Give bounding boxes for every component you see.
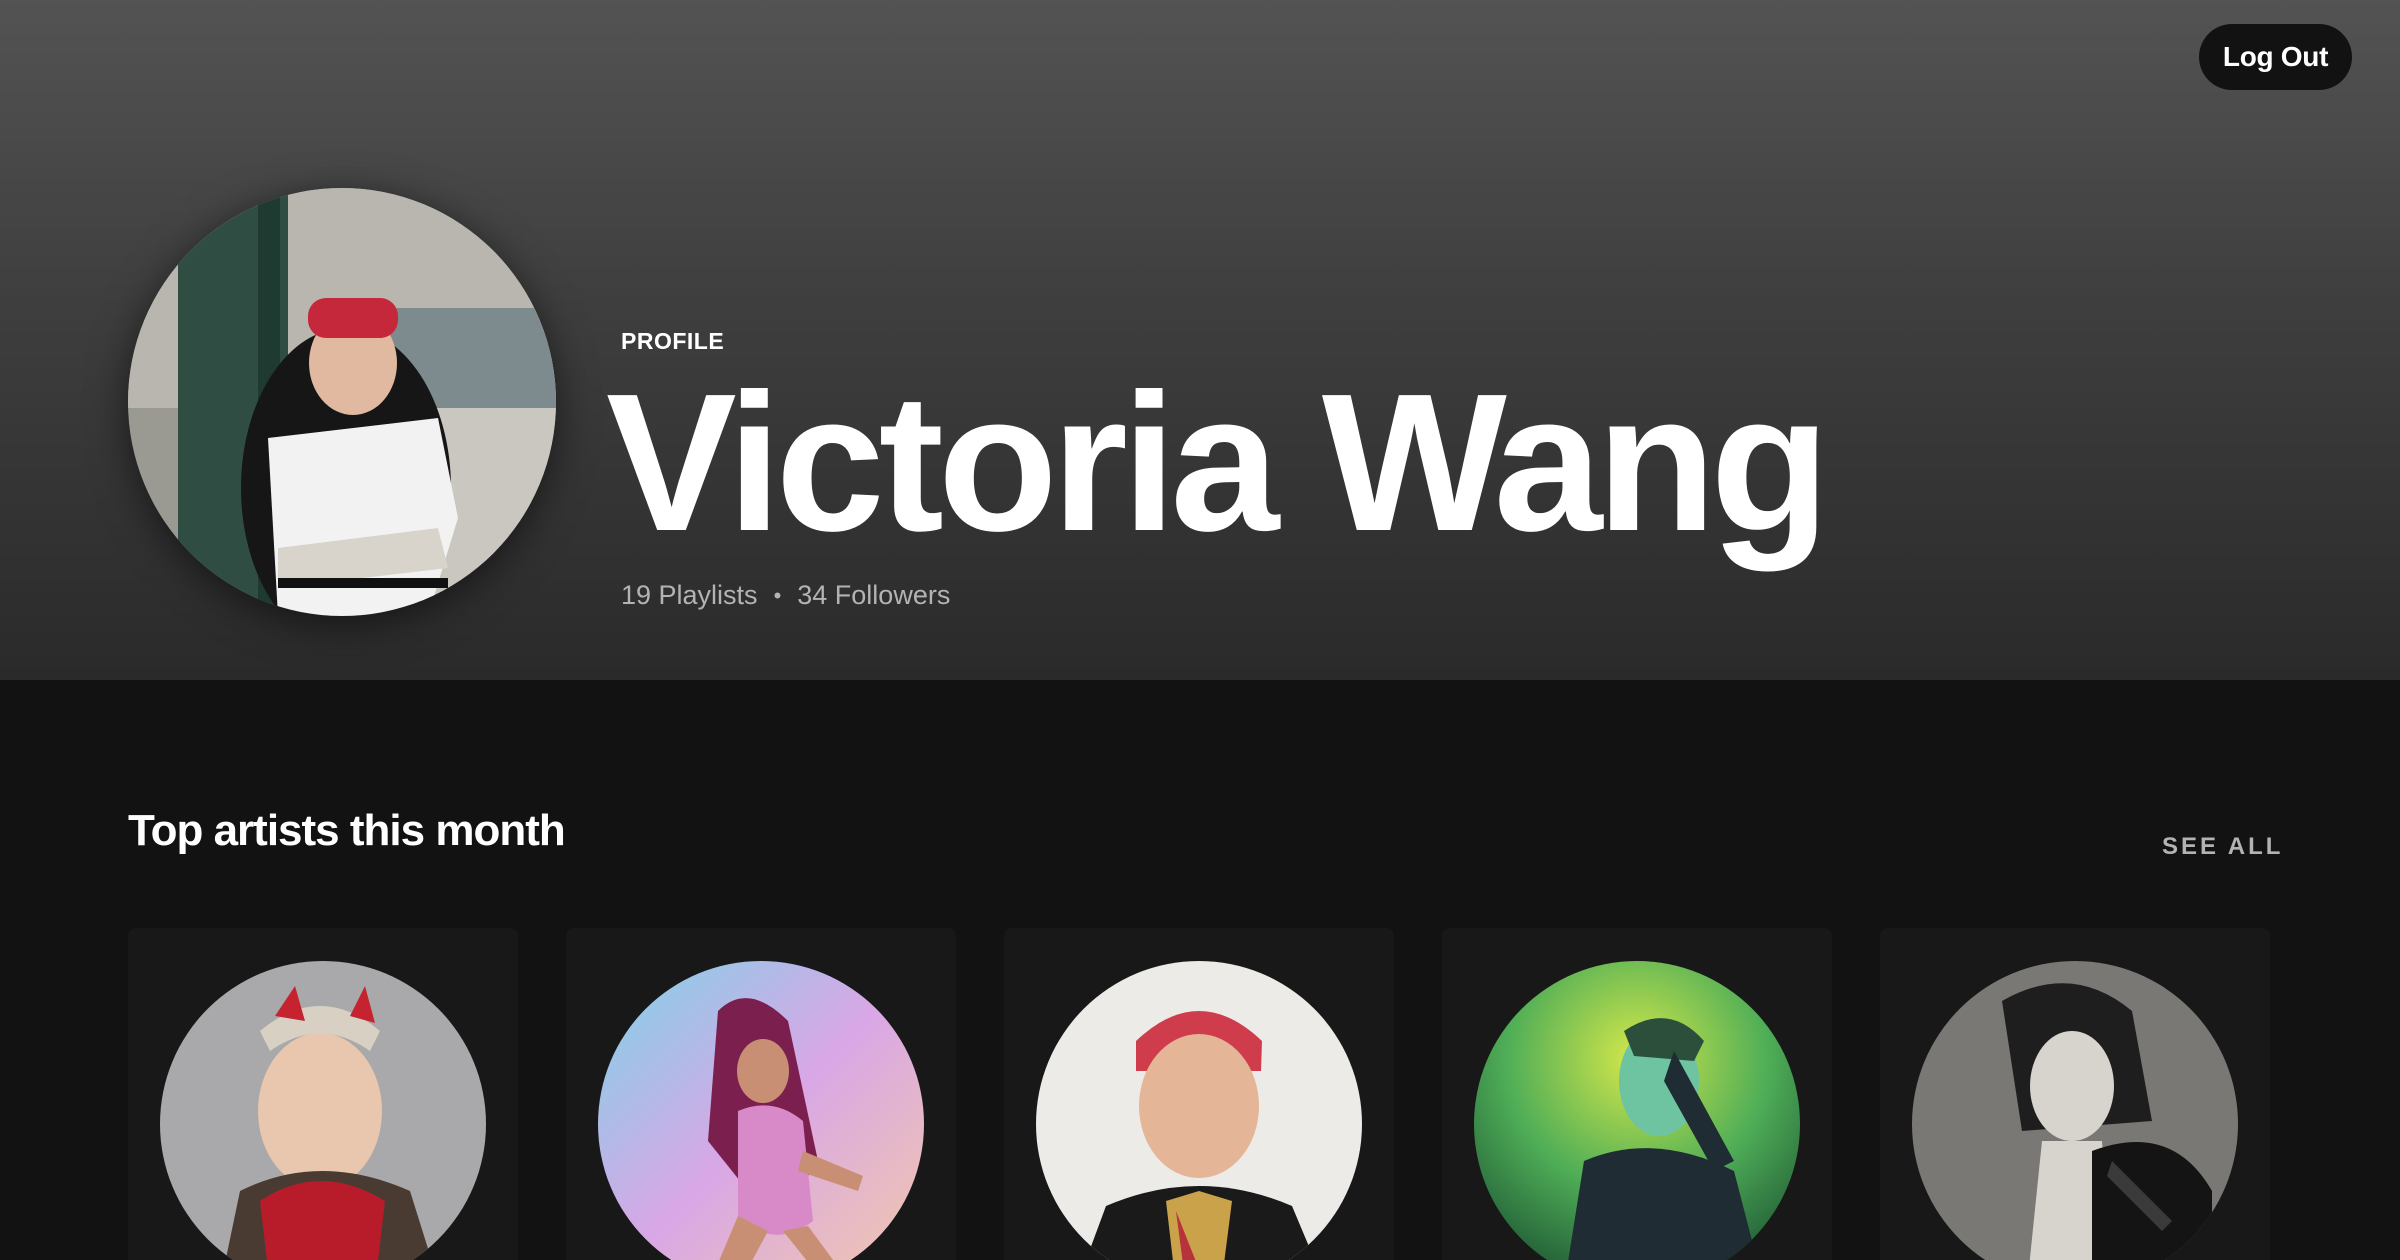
artist-cards	[128, 928, 2274, 1260]
profile-page: Log Out PROFILE Victoria Wang 19 Playlis…	[0, 0, 2400, 1260]
artist-card[interactable]	[1004, 928, 1394, 1260]
artist-photo-2	[598, 961, 924, 1260]
artist-photo-3	[1036, 961, 1362, 1260]
followers-count[interactable]: 34 Followers	[797, 580, 950, 611]
artist-photo-5	[1912, 961, 2238, 1260]
logout-button[interactable]: Log Out	[2199, 24, 2352, 90]
artist-photo-4	[1474, 961, 1800, 1260]
artist-card[interactable]	[128, 928, 518, 1260]
artist-card[interactable]	[1880, 928, 2270, 1260]
artist-card[interactable]	[1442, 928, 1832, 1260]
profile-stats: 19 Playlists • 34 Followers	[621, 580, 950, 611]
artist-photo-1	[160, 961, 486, 1260]
playlists-count[interactable]: 19 Playlists	[621, 580, 758, 611]
see-all-link[interactable]: SEE ALL	[2162, 833, 2283, 861]
profile-display-name: Victoria Wang	[606, 353, 1830, 572]
stats-separator: •	[773, 582, 782, 608]
profile-header: Log Out PROFILE Victoria Wang 19 Playlis…	[0, 0, 2400, 680]
section-title: Top artists this month	[128, 806, 566, 855]
profile-avatar	[128, 188, 556, 616]
artist-card[interactable]	[566, 928, 956, 1260]
